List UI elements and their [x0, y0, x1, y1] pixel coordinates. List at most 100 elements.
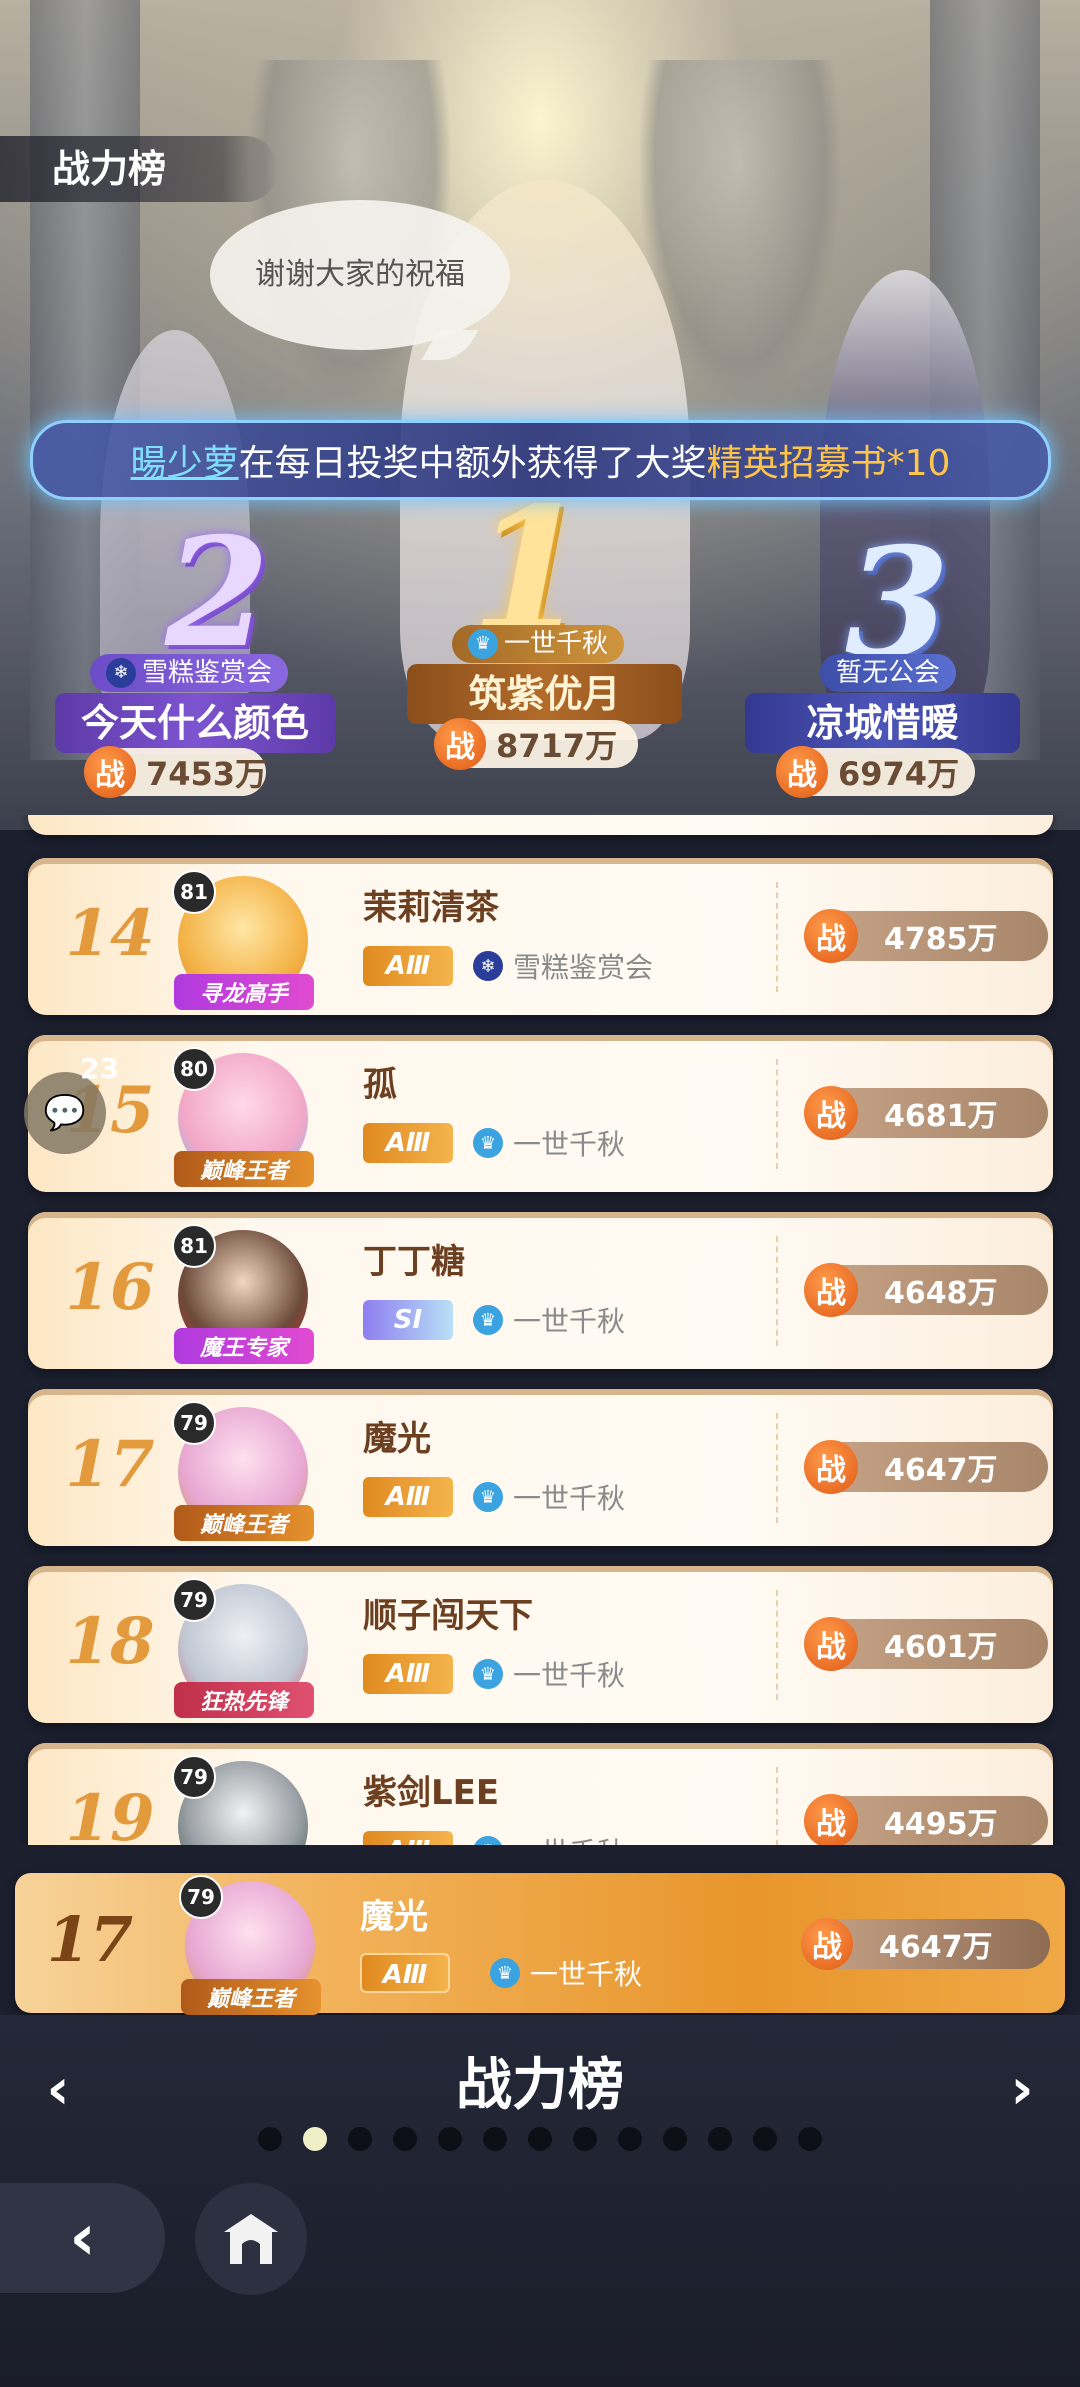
divider: [776, 1059, 778, 1169]
list-item[interactable]: 15 80 巅峰王者 孤 AⅢ ♛ 一世千秋 战 4681万: [28, 1035, 1053, 1192]
back-button[interactable]: ‹: [0, 2183, 165, 2293]
page-dot[interactable]: [393, 2127, 417, 2151]
player-name: 丁丁糖: [363, 1242, 465, 1282]
title-badge: 狂热先锋: [174, 1682, 314, 1718]
page-indicator[interactable]: [258, 2127, 822, 2151]
list-item[interactable]: 19 79 紫剑LEE AⅢ ♛ 一世千秋 战 4495万: [28, 1743, 1053, 1845]
podium-3-power: 战 6974万: [776, 746, 975, 798]
tier-badge: AⅢ: [363, 1654, 453, 1694]
nav-title: 战力榜: [456, 2053, 624, 2118]
page-dot[interactable]: [303, 2127, 327, 2151]
podium-1-name[interactable]: 筑紫优月: [407, 664, 682, 724]
chat-bubble-icon: 💬: [43, 1093, 87, 1133]
my-guild-info: ♛ 一世千秋: [490, 1953, 642, 1993]
guild-crest-icon: ❄: [106, 658, 136, 688]
guild-crest-icon: ❄: [473, 951, 503, 981]
avatar[interactable]: 79: [172, 1755, 308, 1845]
page-dot[interactable]: [753, 2127, 777, 2151]
podium-2-name[interactable]: 今天什么颜色: [55, 693, 335, 753]
avatar[interactable]: 81 魔王专家: [172, 1224, 314, 1364]
list-item[interactable]: 17 79 巅峰王者 魔光 AⅢ ♛ 一世千秋 战 4647万: [28, 1389, 1053, 1546]
rank-number: 16: [65, 1250, 155, 1325]
avatar[interactable]: 79 狂热先锋: [172, 1578, 314, 1718]
page-dot[interactable]: [258, 2127, 282, 2151]
power-badge-icon: 战: [84, 746, 136, 798]
avatar[interactable]: 79 巅峰王者: [172, 1401, 314, 1541]
my-rank-row[interactable]: 17 79 巅峰王者 魔光 AⅢ ♛ 一世千秋 战 4647万: [15, 1873, 1065, 2015]
avatar[interactable]: 80 巅峰王者: [172, 1047, 314, 1187]
power-number: 4681万: [884, 1099, 998, 1134]
guild-crown-icon: ♛: [473, 1482, 503, 1512]
guild-crown-icon: ♛: [473, 1305, 503, 1335]
level-badge: 79: [172, 1401, 216, 1445]
page-dot[interactable]: [438, 2127, 462, 2151]
page-dot[interactable]: [798, 2127, 822, 2151]
page-dot[interactable]: [618, 2127, 642, 2151]
page-dot[interactable]: [528, 2127, 552, 2151]
rank-number: 14: [65, 896, 155, 971]
power-badge-icon: 战: [434, 718, 486, 770]
my-avatar[interactable]: 79 巅峰王者: [179, 1875, 321, 2015]
page-title: 战力榜: [0, 136, 278, 202]
guild-info: ♛ 一世千秋: [473, 1477, 625, 1517]
title-badge: 寻龙高手: [174, 974, 314, 1010]
power-value: 战 4785万: [804, 909, 1048, 963]
home-button[interactable]: [195, 2183, 307, 2295]
player-name: 茉莉清茶: [363, 888, 499, 928]
player-name: 紫剑LEE: [363, 1773, 500, 1813]
page-dot[interactable]: [708, 2127, 732, 2151]
rank-number: 18: [65, 1604, 155, 1679]
guild-crown-icon: ♛: [473, 1659, 503, 1689]
podium-2-guild-label: 雪糕鉴赏会: [142, 658, 273, 688]
list-item[interactable]: 18 79 狂热先锋 顺子闯天下 AⅢ ♛ 一世千秋 战 4601万: [28, 1566, 1053, 1723]
podium-3-guild-label: 暂无公会: [836, 658, 941, 688]
back-arrow-icon: ‹: [69, 2201, 96, 2275]
power-number: 4785万: [884, 922, 998, 957]
guild-crown-icon: ♛: [473, 1836, 503, 1845]
level-badge: 79: [172, 1578, 216, 1622]
player-name: 顺子闯天下: [363, 1596, 533, 1636]
power-badge-icon: 战: [776, 746, 828, 798]
divider: [776, 1590, 778, 1700]
avatar[interactable]: 81 寻龙高手: [172, 870, 314, 1010]
guild-name: 雪糕鉴赏会: [513, 951, 654, 984]
speech-bubble: 谢谢大家的祝福: [210, 200, 510, 350]
title-badge: 巅峰王者: [181, 1979, 321, 2015]
podium-1-guild-label: 一世千秋: [504, 629, 609, 659]
announcement-player[interactable]: 暘少萝: [131, 434, 239, 486]
power-value: 战 4647万: [804, 1440, 1048, 1494]
list-item[interactable]: 16 81 魔王专家 丁丁糖 SⅠ ♛ 一世千秋 战 4648万: [28, 1212, 1053, 1369]
guild-info: ♛ 一世千秋: [473, 1123, 625, 1163]
power-badge-icon: 战: [804, 1794, 858, 1845]
next-page-arrow-icon[interactable]: ›: [992, 2060, 1052, 2120]
power-badge-icon: 战: [804, 909, 858, 963]
power-value: 战 4601万: [804, 1617, 1048, 1671]
podium-3-name[interactable]: 凉城惜暧: [745, 693, 1020, 753]
guild-crown-icon: ♛: [473, 1128, 503, 1158]
page-dot[interactable]: [483, 2127, 507, 2151]
my-power-number: 4647万: [879, 1930, 993, 1965]
podium-2-power: 战 7453万: [84, 746, 268, 798]
guild-info: ♛ 一世千秋: [473, 1654, 625, 1694]
power-badge-icon: 战: [804, 1617, 858, 1671]
guild-info: ❄ 雪糕鉴赏会: [473, 946, 653, 986]
page-dot[interactable]: [348, 2127, 372, 2151]
guild-name: 一世千秋: [513, 1831, 625, 1845]
guild-name: 一世千秋: [513, 1128, 626, 1161]
divider: [776, 1236, 778, 1346]
podium-1-power-value: 8717万: [496, 727, 618, 765]
ranking-list[interactable]: 14 81 寻龙高手 茉莉清茶 AⅢ ❄ 雪糕鉴赏会 战 4785万 15 80…: [0, 815, 1080, 1845]
my-player-name: 魔光: [360, 1897, 428, 1937]
podium-3-guild: 暂无公会: [820, 654, 957, 692]
guild-name: 一世千秋: [513, 1482, 626, 1515]
power-number: 4601万: [884, 1630, 998, 1665]
page-dot[interactable]: [663, 2127, 687, 2151]
list-item[interactable]: 14 81 寻龙高手 茉莉清茶 AⅢ ❄ 雪糕鉴赏会 战 4785万: [28, 858, 1053, 1015]
podium-2-power-value: 7453万: [146, 755, 268, 793]
rank-number: 19: [65, 1781, 155, 1845]
divider: [776, 1413, 778, 1523]
power-value: 战 4681万: [804, 1086, 1048, 1140]
page-dot[interactable]: [573, 2127, 597, 2151]
podium-3-power-value: 6974万: [838, 755, 960, 793]
player-name: 孤: [363, 1065, 397, 1105]
